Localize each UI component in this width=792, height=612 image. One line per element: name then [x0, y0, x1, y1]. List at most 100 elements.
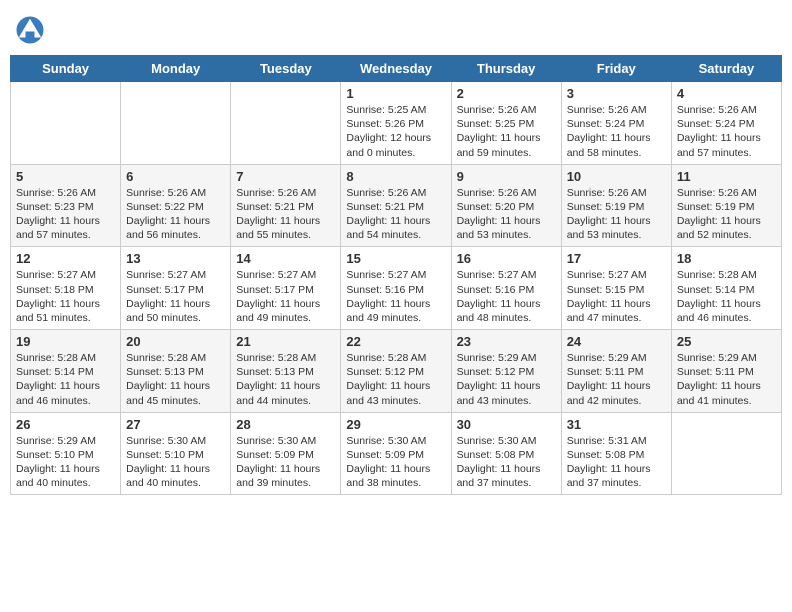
day-number: 12 [16, 251, 115, 266]
day-info: Sunrise: 5:28 AM Sunset: 5:14 PM Dayligh… [677, 268, 776, 325]
calendar-week-3: 12 Sunrise: 5:27 AM Sunset: 5:18 PM Dayli… [11, 247, 782, 330]
day-number: 23 [457, 334, 556, 349]
day-info: Sunrise: 5:25 AM Sunset: 5:26 PM Dayligh… [346, 103, 445, 160]
day-number: 6 [126, 169, 225, 184]
day-info: Sunrise: 5:26 AM Sunset: 5:19 PM Dayligh… [567, 186, 666, 243]
day-number: 2 [457, 86, 556, 101]
day-info: Sunrise: 5:26 AM Sunset: 5:24 PM Dayligh… [567, 103, 666, 160]
calendar-cell: 26 Sunrise: 5:29 AM Sunset: 5:10 PM Dayli… [11, 412, 121, 495]
calendar-cell: 3 Sunrise: 5:26 AM Sunset: 5:24 PM Daylig… [561, 82, 671, 165]
calendar-cell: 14 Sunrise: 5:27 AM Sunset: 5:17 PM Dayli… [231, 247, 341, 330]
calendar-cell [671, 412, 781, 495]
page: SundayMondayTuesdayWednesdayThursdayFrid… [0, 0, 792, 612]
calendar-week-1: 1Sunrise: 5:25 AM Sunset: 5:26 PM Daylig… [11, 82, 782, 165]
day-info: Sunrise: 5:27 AM Sunset: 5:16 PM Dayligh… [346, 268, 445, 325]
calendar-cell: 23 Sunrise: 5:29 AM Sunset: 5:12 PM Dayli… [451, 330, 561, 413]
calendar-week-5: 26 Sunrise: 5:29 AM Sunset: 5:10 PM Dayli… [11, 412, 782, 495]
calendar: SundayMondayTuesdayWednesdayThursdayFrid… [10, 55, 782, 495]
calendar-cell: 6Sunrise: 5:26 AM Sunset: 5:22 PM Daylig… [121, 164, 231, 247]
calendar-cell [121, 82, 231, 165]
day-number: 21 [236, 334, 335, 349]
calendar-cell [11, 82, 121, 165]
day-info: Sunrise: 5:26 AM Sunset: 5:19 PM Dayligh… [677, 186, 776, 243]
calendar-header-monday: Monday [121, 56, 231, 82]
calendar-cell: 5 Sunrise: 5:26 AM Sunset: 5:23 PM Daylig… [11, 164, 121, 247]
day-number: 26 [16, 417, 115, 432]
calendar-header-friday: Friday [561, 56, 671, 82]
calendar-cell: 13Sunrise: 5:27 AM Sunset: 5:17 PM Dayli… [121, 247, 231, 330]
day-info: Sunrise: 5:29 AM Sunset: 5:12 PM Dayligh… [457, 351, 556, 408]
calendar-cell: 12 Sunrise: 5:27 AM Sunset: 5:18 PM Dayli… [11, 247, 121, 330]
calendar-cell: 1Sunrise: 5:25 AM Sunset: 5:26 PM Daylig… [341, 82, 451, 165]
day-info: Sunrise: 5:27 AM Sunset: 5:15 PM Dayligh… [567, 268, 666, 325]
day-info: Sunrise: 5:30 AM Sunset: 5:09 PM Dayligh… [236, 434, 335, 491]
calendar-cell: 17 Sunrise: 5:27 AM Sunset: 5:15 PM Dayli… [561, 247, 671, 330]
day-number: 11 [677, 169, 776, 184]
calendar-header-saturday: Saturday [671, 56, 781, 82]
calendar-header-thursday: Thursday [451, 56, 561, 82]
calendar-cell: 29 Sunrise: 5:30 AM Sunset: 5:09 PM Dayli… [341, 412, 451, 495]
day-info: Sunrise: 5:30 AM Sunset: 5:08 PM Dayligh… [457, 434, 556, 491]
day-number: 3 [567, 86, 666, 101]
day-number: 20 [126, 334, 225, 349]
day-number: 24 [567, 334, 666, 349]
calendar-cell: 25 Sunrise: 5:29 AM Sunset: 5:11 PM Dayli… [671, 330, 781, 413]
calendar-cell: 19 Sunrise: 5:28 AM Sunset: 5:14 PM Dayli… [11, 330, 121, 413]
calendar-header-row: SundayMondayTuesdayWednesdayThursdayFrid… [11, 56, 782, 82]
day-info: Sunrise: 5:29 AM Sunset: 5:11 PM Dayligh… [677, 351, 776, 408]
calendar-cell: 18Sunrise: 5:28 AM Sunset: 5:14 PM Dayli… [671, 247, 781, 330]
calendar-cell: 8Sunrise: 5:26 AM Sunset: 5:21 PM Daylig… [341, 164, 451, 247]
calendar-week-2: 5 Sunrise: 5:26 AM Sunset: 5:23 PM Daylig… [11, 164, 782, 247]
logo [15, 15, 49, 45]
day-info: Sunrise: 5:29 AM Sunset: 5:11 PM Dayligh… [567, 351, 666, 408]
day-info: Sunrise: 5:28 AM Sunset: 5:13 PM Dayligh… [126, 351, 225, 408]
day-number: 29 [346, 417, 445, 432]
day-number: 31 [567, 417, 666, 432]
day-info: Sunrise: 5:30 AM Sunset: 5:09 PM Dayligh… [346, 434, 445, 491]
day-number: 13 [126, 251, 225, 266]
calendar-header-wednesday: Wednesday [341, 56, 451, 82]
day-info: Sunrise: 5:26 AM Sunset: 5:24 PM Dayligh… [677, 103, 776, 160]
calendar-cell: 10 Sunrise: 5:26 AM Sunset: 5:19 PM Dayli… [561, 164, 671, 247]
day-number: 17 [567, 251, 666, 266]
calendar-cell: 21Sunrise: 5:28 AM Sunset: 5:13 PM Dayli… [231, 330, 341, 413]
calendar-cell: 9Sunrise: 5:26 AM Sunset: 5:20 PM Daylig… [451, 164, 561, 247]
calendar-cell [231, 82, 341, 165]
calendar-cell: 16 Sunrise: 5:27 AM Sunset: 5:16 PM Dayli… [451, 247, 561, 330]
day-number: 4 [677, 86, 776, 101]
day-info: Sunrise: 5:28 AM Sunset: 5:14 PM Dayligh… [16, 351, 115, 408]
day-info: Sunrise: 5:27 AM Sunset: 5:16 PM Dayligh… [457, 268, 556, 325]
day-info: Sunrise: 5:26 AM Sunset: 5:21 PM Dayligh… [236, 186, 335, 243]
calendar-header-sunday: Sunday [11, 56, 121, 82]
calendar-cell: 20 Sunrise: 5:28 AM Sunset: 5:13 PM Dayli… [121, 330, 231, 413]
day-number: 15 [346, 251, 445, 266]
day-number: 19 [16, 334, 115, 349]
day-info: Sunrise: 5:27 AM Sunset: 5:17 PM Dayligh… [236, 268, 335, 325]
header [10, 10, 782, 45]
calendar-cell: 27Sunrise: 5:30 AM Sunset: 5:10 PM Dayli… [121, 412, 231, 495]
day-number: 10 [567, 169, 666, 184]
day-number: 16 [457, 251, 556, 266]
day-info: Sunrise: 5:27 AM Sunset: 5:18 PM Dayligh… [16, 268, 115, 325]
day-info: Sunrise: 5:26 AM Sunset: 5:21 PM Dayligh… [346, 186, 445, 243]
day-number: 25 [677, 334, 776, 349]
calendar-cell: 31Sunrise: 5:31 AM Sunset: 5:08 PM Dayli… [561, 412, 671, 495]
calendar-cell: 30 Sunrise: 5:30 AM Sunset: 5:08 PM Dayli… [451, 412, 561, 495]
calendar-cell: 2 Sunrise: 5:26 AM Sunset: 5:25 PM Daylig… [451, 82, 561, 165]
day-info: Sunrise: 5:26 AM Sunset: 5:25 PM Dayligh… [457, 103, 556, 160]
day-info: Sunrise: 5:29 AM Sunset: 5:10 PM Dayligh… [16, 434, 115, 491]
day-number: 9 [457, 169, 556, 184]
day-number: 30 [457, 417, 556, 432]
logo-icon [15, 15, 45, 45]
day-number: 14 [236, 251, 335, 266]
day-number: 28 [236, 417, 335, 432]
calendar-cell: 22Sunrise: 5:28 AM Sunset: 5:12 PM Dayli… [341, 330, 451, 413]
calendar-cell: 4 Sunrise: 5:26 AM Sunset: 5:24 PM Daylig… [671, 82, 781, 165]
day-info: Sunrise: 5:26 AM Sunset: 5:23 PM Dayligh… [16, 186, 115, 243]
calendar-cell: 24 Sunrise: 5:29 AM Sunset: 5:11 PM Dayli… [561, 330, 671, 413]
calendar-week-4: 19 Sunrise: 5:28 AM Sunset: 5:14 PM Dayli… [11, 330, 782, 413]
calendar-cell: 7Sunrise: 5:26 AM Sunset: 5:21 PM Daylig… [231, 164, 341, 247]
day-info: Sunrise: 5:28 AM Sunset: 5:12 PM Dayligh… [346, 351, 445, 408]
day-info: Sunrise: 5:30 AM Sunset: 5:10 PM Dayligh… [126, 434, 225, 491]
day-number: 5 [16, 169, 115, 184]
